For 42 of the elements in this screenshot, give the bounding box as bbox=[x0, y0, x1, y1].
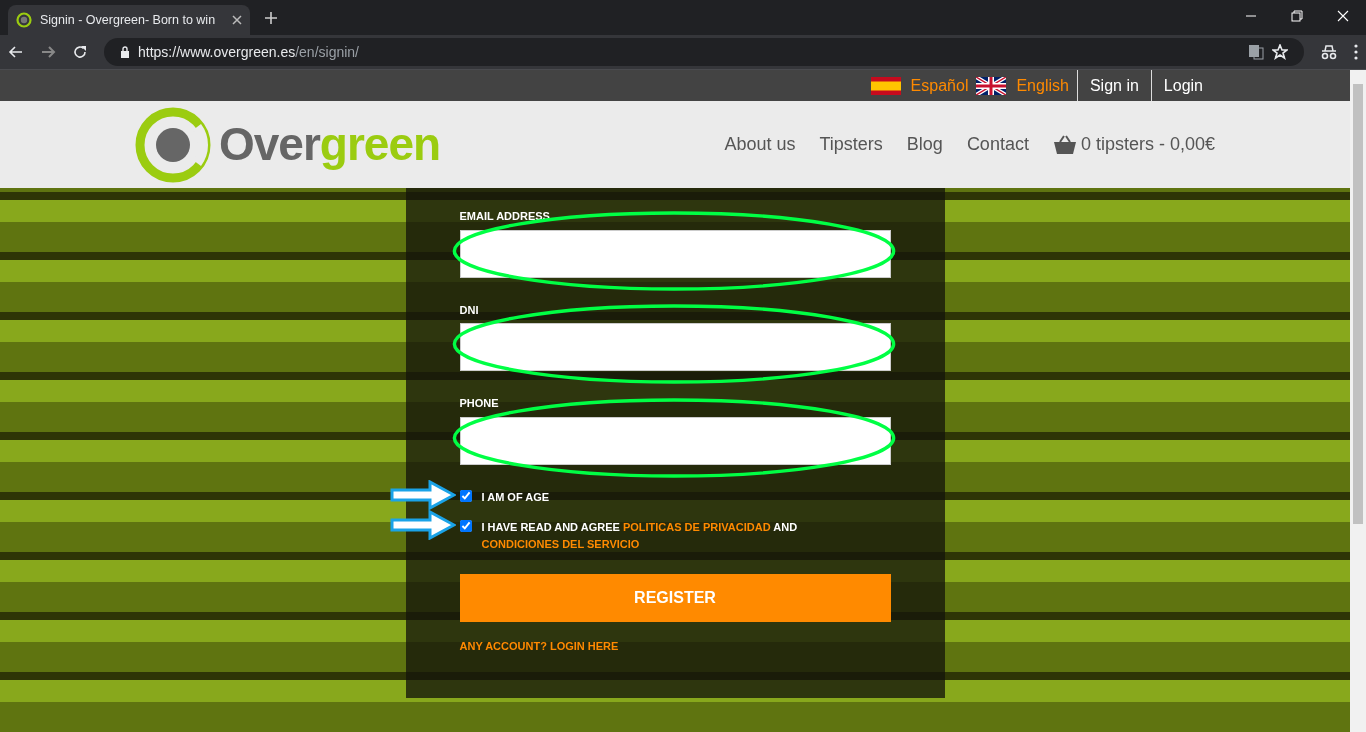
basket-icon bbox=[1052, 134, 1077, 155]
cart-link[interactable]: 0 tipsters - 0,00€ bbox=[1052, 131, 1215, 158]
field-label: EMAIL ADDRESS bbox=[459, 209, 551, 224]
input-field[interactable] bbox=[459, 229, 891, 278]
forward-icon[interactable] bbox=[40, 44, 56, 60]
reload-icon[interactable] bbox=[72, 44, 88, 60]
language-link[interactable]: Español bbox=[910, 73, 969, 98]
checkbox-label: I AM OF AGE bbox=[481, 489, 550, 505]
nav-link[interactable]: Blog bbox=[906, 131, 943, 158]
uk-flag-icon bbox=[976, 76, 1007, 95]
policy-link[interactable]: POLITICAS DE PRIVACIDAD bbox=[622, 521, 771, 533]
new-tab-icon[interactable] bbox=[264, 11, 278, 25]
checkbox-label: I HAVE READ AND AGREE POLITICAS DE PRIVACIDAD AND CONDICIONES DEL SERVICIO bbox=[481, 520, 799, 552]
logo-icon bbox=[135, 106, 211, 183]
url-text: https://www.overgreen.es/en/signin/ bbox=[138, 42, 360, 62]
checkbox[interactable] bbox=[459, 489, 472, 502]
scrollbar[interactable] bbox=[1350, 70, 1366, 732]
logo-wordmark: Overgreen bbox=[219, 117, 442, 172]
nav-link[interactable]: Tipsters bbox=[819, 131, 883, 158]
input-field[interactable] bbox=[459, 323, 891, 371]
restore-icon[interactable] bbox=[1291, 10, 1303, 22]
policy-link[interactable]: CONDICIONES DEL SERVICIO bbox=[481, 537, 640, 550]
star-icon[interactable] bbox=[1272, 44, 1288, 60]
nav-link[interactable]: About us bbox=[724, 131, 796, 158]
menu-icon[interactable] bbox=[1354, 44, 1358, 60]
site-logo-icon bbox=[16, 12, 32, 28]
back-icon[interactable] bbox=[8, 44, 24, 60]
login-link[interactable]: ANY ACCOUNT? LOGIN HERE bbox=[459, 638, 619, 655]
field-label: PHONE bbox=[459, 396, 500, 411]
lock-icon bbox=[120, 46, 130, 58]
field-label: DNI bbox=[459, 302, 480, 318]
close-icon[interactable] bbox=[232, 15, 242, 25]
tab-title: Signin - Overgreen- Born to win bbox=[40, 11, 217, 29]
nav-link[interactable]: Contact bbox=[966, 131, 1029, 158]
address-bar[interactable]: https://www.overgreen.es/en/signin/ bbox=[104, 38, 1304, 66]
input-field[interactable] bbox=[459, 416, 891, 465]
checkbox[interactable] bbox=[459, 520, 472, 532]
spain-flag-icon bbox=[870, 76, 901, 95]
translate-icon[interactable] bbox=[1248, 44, 1264, 60]
language-link[interactable]: English bbox=[1016, 73, 1069, 98]
browser-tab[interactable]: Signin - Overgreen- Born to win bbox=[8, 5, 250, 35]
incognito-icon[interactable] bbox=[1320, 44, 1338, 60]
